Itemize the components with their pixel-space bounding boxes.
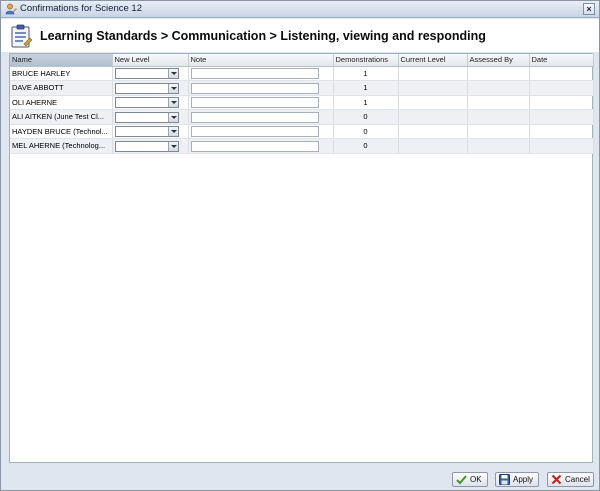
chevron-down-icon[interactable] [167,83,178,93]
current-level-cell [398,109,468,125]
table-row: DAVE ABBOTT 1 [10,80,594,96]
assessed-by-cell [467,66,530,81]
check-icon [456,475,467,485]
new-level-cell [112,95,189,110]
page-header: Learning Standards > Communication > Lis… [1,19,599,52]
column-header-note[interactable]: Note [188,54,334,67]
note-cell [188,124,334,139]
dialog-footer: OK Apply Cancel [1,467,599,491]
current-level-cell [398,95,468,110]
user-edit-icon [5,3,17,15]
date-cell [529,66,594,81]
table-row: OLI AHERNE 1 [10,95,594,110]
table-row: MEL AHERNE (Technolog... 0 [10,138,594,154]
new-level-cell [112,66,189,81]
table-row: BRUCE HARLEY 1 [10,66,594,81]
note-input[interactable] [190,140,319,152]
ok-button[interactable]: OK [452,472,488,487]
note-input[interactable] [190,97,319,109]
column-header-current-level[interactable]: Current Level [398,54,468,67]
window-title: Confirmations for Science 12 [20,3,142,14]
chevron-down-icon[interactable] [167,69,178,79]
chevron-down-icon[interactable] [167,98,178,108]
student-name: BRUCE HARLEY [10,66,113,81]
current-level-cell [398,80,468,96]
demonstrations-count: 0 [333,124,399,139]
student-name: HAYDEN BRUCE (Technol... [10,124,113,139]
demonstrations-count: 0 [333,109,399,125]
assessed-by-cell [467,138,530,154]
student-name: ALI AITKEN (June Test Cl... [10,109,113,125]
grid-header-row: Name New Level Note Demonstrations Curre… [10,54,594,67]
note-input[interactable] [190,68,319,80]
note-cell [188,66,334,81]
column-header-new-level[interactable]: New Level [112,54,189,67]
new-level-select[interactable] [114,97,179,109]
close-icon: × [586,4,592,14]
column-header-demonstrations[interactable]: Demonstrations [333,54,399,67]
clipboard-list-icon [11,24,32,48]
demonstrations-count: 1 [333,80,399,96]
student-name: DAVE ABBOTT [10,80,113,96]
cancel-button-label: Cancel [565,475,590,484]
current-level-cell [398,138,468,154]
date-cell [529,138,594,154]
apply-button[interactable]: Apply [495,472,539,487]
current-level-cell [398,66,468,81]
new-level-cell [112,80,189,96]
cancel-button[interactable]: Cancel [547,472,594,487]
column-header-name[interactable]: Name [10,54,113,67]
demonstrations-count: 1 [333,66,399,81]
student-name: MEL AHERNE (Technolog... [10,138,113,154]
date-cell [529,109,594,125]
column-header-date[interactable]: Date [529,54,594,67]
chevron-down-icon[interactable] [167,127,178,137]
note-cell [188,109,334,125]
assessed-by-cell [467,80,530,96]
save-icon [499,474,510,485]
table-row: ALI AITKEN (June Test Cl... 0 [10,109,594,125]
assessed-by-cell [467,124,530,139]
note-input[interactable] [190,82,319,94]
table-row: HAYDEN BRUCE (Technol... 0 [10,124,594,139]
note-cell [188,138,334,154]
assessed-by-cell [467,95,530,110]
current-level-cell [398,124,468,139]
note-cell [188,95,334,110]
confirmations-dialog: Confirmations for Science 12 × Learning … [0,0,600,491]
note-input[interactable] [190,126,319,138]
date-cell [529,124,594,139]
new-level-select[interactable] [114,68,179,80]
ok-button-label: OK [470,475,482,484]
apply-button-label: Apply [513,475,534,484]
student-name: OLI AHERNE [10,95,113,110]
x-icon [551,474,562,485]
new-level-select[interactable] [114,140,179,152]
page-title: Learning Standards > Communication > Lis… [40,29,486,43]
close-button[interactable]: × [583,3,595,15]
new-level-select[interactable] [114,111,179,123]
date-cell [529,80,594,96]
title-bar[interactable]: Confirmations for Science 12 × [1,1,599,18]
new-level-cell [112,138,189,154]
date-cell [529,95,594,110]
new-level-select[interactable] [114,126,179,138]
chevron-down-icon[interactable] [167,112,178,122]
note-input[interactable] [190,111,319,123]
confirmations-grid: Name New Level Note Demonstrations Curre… [9,53,594,463]
new-level-select[interactable] [114,82,179,94]
note-cell [188,80,334,96]
chevron-down-icon[interactable] [167,141,178,151]
demonstrations-count: 1 [333,95,399,110]
new-level-cell [112,109,189,125]
assessed-by-cell [467,109,530,125]
new-level-cell [112,124,189,139]
column-header-assessed-by[interactable]: Assessed By [467,54,530,67]
demonstrations-count: 0 [333,138,399,154]
